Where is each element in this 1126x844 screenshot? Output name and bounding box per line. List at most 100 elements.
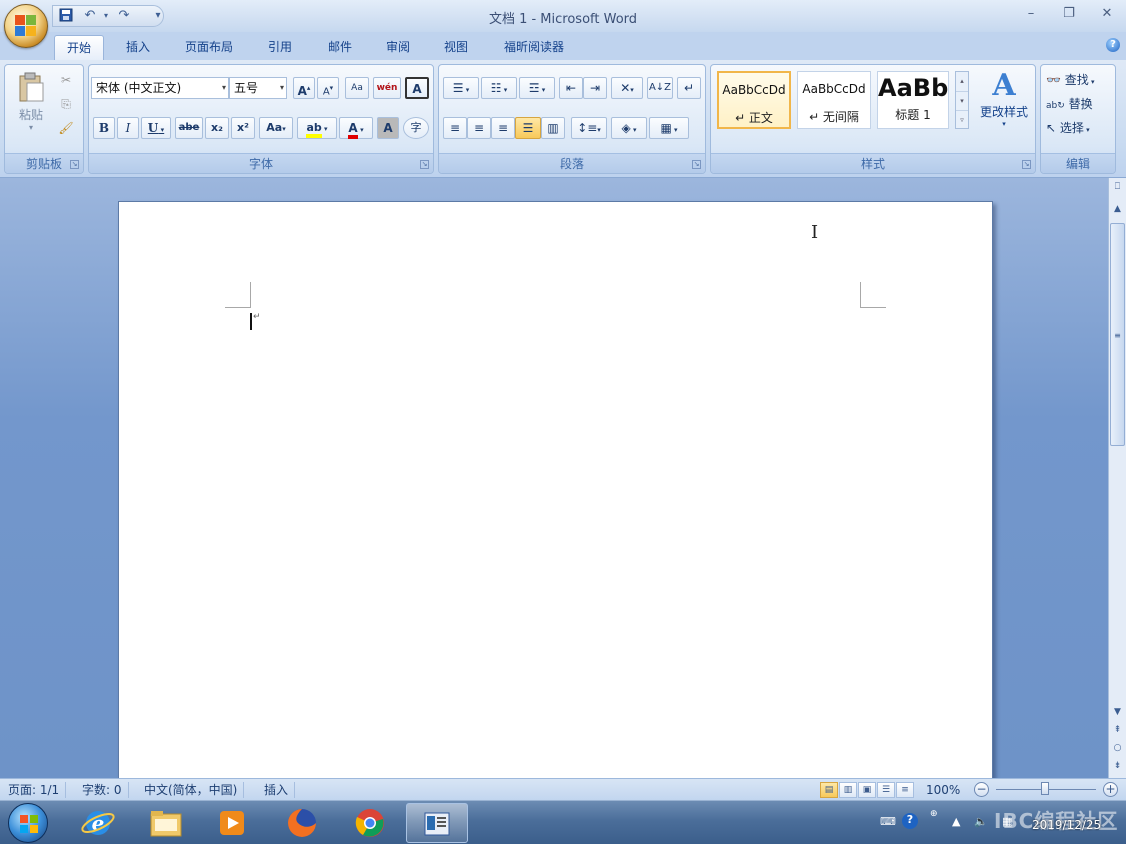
show-hidden-icons-icon[interactable]: ▲	[952, 815, 960, 828]
tab-page-layout[interactable]: 页面布局	[176, 35, 242, 60]
copy-icon[interactable]: ⎘	[55, 93, 77, 115]
replace-button[interactable]: ab↻ 替换	[1045, 93, 1113, 115]
zoom-slider-thumb[interactable]	[1041, 782, 1049, 795]
align-right-button[interactable]: ≡	[491, 117, 515, 139]
multilevel-list-button[interactable]: ☲ ▾	[519, 77, 555, 99]
font-launcher-icon[interactable]: ↘	[420, 160, 429, 169]
input-method-icon[interactable]: ⊕	[930, 809, 938, 819]
paste-button[interactable]: 粘贴 ▾	[13, 71, 49, 141]
tab-view[interactable]: 视图	[434, 35, 478, 60]
decrease-indent-button[interactable]: ⇤	[559, 77, 583, 99]
phonetic-guide-button[interactable]: wén	[373, 77, 401, 99]
align-center-button[interactable]: ≡	[467, 117, 491, 139]
taskbar-word-window[interactable]	[406, 803, 468, 843]
taskbar-clock-date[interactable]: 2019/12/25	[1032, 818, 1101, 832]
character-border-button[interactable]: A	[405, 77, 429, 99]
tab-foxit-reader[interactable]: 福昕阅读器	[494, 35, 574, 60]
tab-insert[interactable]: 插入	[116, 35, 160, 60]
zoom-level[interactable]: 100%	[926, 782, 960, 798]
word-count[interactable]: 字数: 0	[76, 782, 129, 798]
line-spacing-button[interactable]: ↕≡▾	[571, 117, 607, 139]
vertical-scrollbar[interactable]: ⎕ ▲ ≡ ▼ ⇞ ○ ⇟	[1108, 178, 1126, 778]
format-painter-icon[interactable]: 🖌	[55, 117, 77, 139]
strikethrough-button[interactable]: abe	[175, 117, 203, 139]
next-page-icon[interactable]: ⇟	[1110, 759, 1125, 774]
paragraph-launcher-icon[interactable]: ↘	[692, 160, 701, 169]
show-marks-button[interactable]: ↵	[677, 77, 701, 99]
more-styles-icon[interactable]: ▿	[956, 110, 968, 128]
chinese-layout-button[interactable]: ✕▾	[611, 77, 643, 99]
italic-button[interactable]: I	[117, 117, 139, 139]
increase-indent-button[interactable]: ⇥	[583, 77, 607, 99]
style-normal[interactable]: AaBbCcDd ↵ 正文	[717, 71, 791, 129]
clipboard-launcher-icon[interactable]: ↘	[70, 160, 79, 169]
distributed-button[interactable]: ▥	[541, 117, 565, 139]
style-no-spacing[interactable]: AaBbCcDd ↵ 无间隔	[797, 71, 871, 129]
tab-home[interactable]: 开始	[54, 35, 104, 60]
tab-mailings[interactable]: 邮件	[318, 35, 362, 60]
page-count[interactable]: 页面: 1/1	[2, 782, 67, 798]
insert-mode-indicator[interactable]: 插入	[258, 782, 296, 798]
font-name-combo[interactable]: 宋体 (中文正文) ▾	[91, 77, 229, 99]
print-layout-view-icon[interactable]: ▤	[820, 782, 838, 798]
styles-gallery-scroll[interactable]: ▴ ▾ ▿	[955, 71, 969, 129]
bold-button[interactable]: B	[93, 117, 115, 139]
keyboard-icon[interactable]: ⌨	[880, 815, 896, 828]
justify-button[interactable]: ☰	[515, 117, 541, 139]
grow-font-button[interactable]: A▴	[293, 77, 315, 99]
web-layout-view-icon[interactable]: ▣	[858, 782, 876, 798]
subscript-button[interactable]: x₂	[205, 117, 229, 139]
shrink-font-button[interactable]: A▾	[317, 77, 339, 99]
borders-button[interactable]: ▦ ▾	[649, 117, 689, 139]
volume-icon[interactable]: 🔈	[974, 815, 988, 828]
character-shading-button[interactable]: A	[377, 117, 399, 139]
zoom-in-icon[interactable]: +	[1103, 782, 1118, 797]
font-color-button[interactable]: A ▾	[339, 117, 373, 139]
enclose-characters-button[interactable]: 字	[403, 117, 429, 139]
clear-formatting-button[interactable]: Aa	[345, 77, 369, 99]
scroll-down-arrow-icon[interactable]: ▼	[1110, 705, 1125, 720]
outline-view-icon[interactable]: ☰	[877, 782, 895, 798]
media-player-icon[interactable]	[214, 805, 250, 841]
find-button[interactable]: 👓 查找 ▾	[1045, 69, 1113, 91]
file-explorer-icon[interactable]	[148, 805, 184, 841]
language-indicator[interactable]: 中文(简体，中国)	[138, 782, 245, 798]
internet-explorer-icon[interactable]: e	[80, 805, 116, 841]
scroll-up-arrow-icon[interactable]: ▲	[1110, 202, 1125, 217]
styles-launcher-icon[interactable]: ↘	[1022, 160, 1031, 169]
zoom-out-icon[interactable]: −	[974, 782, 989, 797]
numbering-button[interactable]: ☷ ▾	[481, 77, 517, 99]
sort-button[interactable]: A↓Z	[647, 77, 673, 99]
cut-icon[interactable]: ✂	[55, 69, 77, 91]
shading-button[interactable]: ◈ ▾	[611, 117, 647, 139]
browse-object-icon[interactable]: ○	[1110, 741, 1125, 756]
firefox-icon[interactable]	[284, 805, 320, 841]
full-screen-reading-view-icon[interactable]: ▥	[839, 782, 857, 798]
office-button[interactable]	[4, 4, 48, 48]
tab-review[interactable]: 审阅	[376, 35, 420, 60]
chrome-icon[interactable]	[352, 805, 388, 841]
minimize-button[interactable]: –	[1014, 4, 1048, 24]
tab-references[interactable]: 引用	[258, 35, 302, 60]
restore-button[interactable]: ❐	[1052, 4, 1086, 24]
previous-page-icon[interactable]: ⇞	[1110, 723, 1125, 738]
align-left-button[interactable]: ≡	[443, 117, 467, 139]
scroll-down-icon[interactable]: ▾	[956, 91, 968, 110]
draft-view-icon[interactable]: ≡	[896, 782, 914, 798]
style-heading-1[interactable]: AaBb 标题 1	[877, 71, 949, 129]
scroll-up-icon[interactable]: ▴	[956, 72, 968, 91]
document-page[interactable]: ↵ I	[118, 201, 993, 801]
change-styles-button[interactable]: A 更改样式 ▾	[975, 69, 1033, 145]
underline-button[interactable]: U ▾	[141, 117, 171, 139]
help-tray-icon[interactable]: ?	[902, 813, 918, 829]
change-case-button[interactable]: Aa▾	[259, 117, 293, 139]
help-icon[interactable]: ?	[1106, 38, 1120, 52]
bullets-button[interactable]: ☰ ▾	[443, 77, 479, 99]
font-size-combo[interactable]: 五号 ▾	[229, 77, 287, 99]
text-highlight-button[interactable]: ab ▾	[297, 117, 337, 139]
close-button[interactable]: ✕	[1090, 4, 1124, 24]
superscript-button[interactable]: x²	[231, 117, 255, 139]
start-button[interactable]	[8, 803, 48, 843]
select-button[interactable]: ↖ 选择 ▾	[1045, 117, 1113, 139]
ruler-toggle-icon[interactable]: ⎕	[1110, 180, 1125, 195]
